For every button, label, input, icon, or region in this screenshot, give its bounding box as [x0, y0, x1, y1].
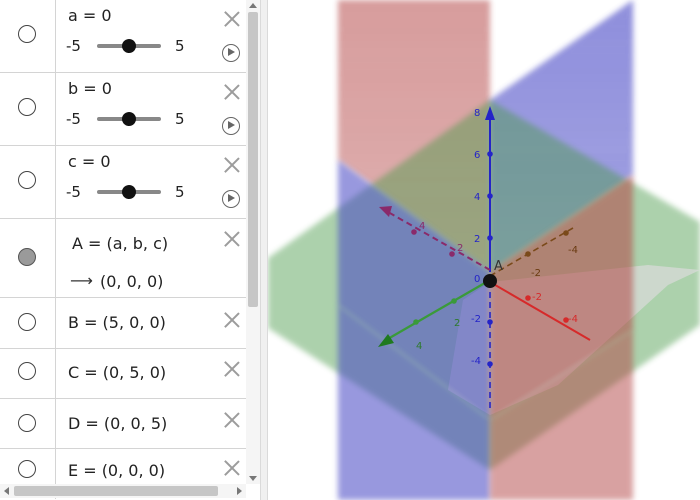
y-tick-label: -2 [531, 268, 541, 279]
marble-cell [0, 219, 56, 297]
visibility-toggle-a[interactable] [18, 25, 36, 43]
point-definition-E[interactable]: E = (0, 0, 0) [68, 461, 165, 480]
scroll-up-icon[interactable] [249, 3, 257, 8]
y-tick-label: 4 [416, 341, 422, 352]
point-row-D[interactable]: D = (0, 0, 5) [0, 399, 246, 449]
x-tick-mark [449, 251, 455, 257]
play-icon[interactable] [222, 190, 240, 208]
vertical-scroll-thumb[interactable] [248, 12, 258, 307]
slider-knob-b[interactable] [122, 112, 136, 126]
slider-min-a: -5 [66, 37, 81, 55]
point-row-a[interactable]: A = (a, b, c) ⟶ (0, 0, 0) [0, 219, 246, 298]
point-definition-D[interactable]: D = (0, 0, 5) [68, 414, 167, 433]
scroll-left-icon[interactable] [4, 487, 9, 495]
point-value-A: (0, 0, 0) [100, 272, 164, 291]
x-tick-mark [411, 229, 417, 235]
visibility-toggle-b[interactable] [18, 98, 36, 116]
slider-row-a[interactable]: a = 0 -5 5 [0, 0, 246, 73]
marble-cell [0, 298, 56, 348]
arrow-right-icon: ⟶ [70, 271, 93, 290]
visibility-toggle-C[interactable] [18, 362, 36, 380]
scroll-right-icon[interactable] [237, 487, 242, 495]
marble-cell [0, 0, 56, 72]
point-row-B[interactable]: B = (5, 0, 0) [0, 298, 246, 349]
vertical-scrollbar[interactable] [246, 0, 260, 484]
slider-max-c: 5 [175, 183, 185, 201]
horizontal-scrollbar[interactable] [0, 484, 246, 498]
marble-cell [0, 146, 56, 218]
z-tick-mark [487, 235, 493, 241]
z-tick-mark [487, 319, 493, 325]
close-icon[interactable] [224, 11, 240, 27]
algebra-view: a = 0 -5 5 b = 0 -5 5 c = 0 -5 5 A = (a,… [0, 0, 260, 500]
slider-knob-c[interactable] [122, 185, 136, 199]
marble-cell [0, 349, 56, 398]
z-tick-label: 4 [474, 192, 480, 203]
close-icon[interactable] [224, 231, 240, 247]
point-definition-A[interactable]: A = (a, b, c) [72, 234, 168, 253]
close-icon[interactable] [224, 84, 240, 100]
z-tick-label: -2 [471, 314, 481, 325]
slider-definition-a[interactable]: a = 0 [68, 6, 112, 25]
visibility-toggle-B[interactable] [18, 313, 36, 331]
horizontal-scroll-thumb[interactable] [14, 486, 218, 496]
z-tick-label: 2 [474, 234, 480, 245]
point-A-label: A [494, 259, 503, 274]
slider-knob-a[interactable] [122, 39, 136, 53]
marble-cell [0, 399, 56, 448]
point-definition-B[interactable]: B = (5, 0, 0) [68, 313, 166, 332]
z-tick-label: 6 [474, 150, 480, 161]
close-icon[interactable] [224, 361, 240, 377]
close-icon[interactable] [224, 460, 240, 476]
slider-min-b: -5 [66, 110, 81, 128]
play-icon[interactable] [222, 44, 240, 62]
z-tick-mark [487, 151, 493, 157]
y-tick-mark [563, 230, 569, 236]
x-tick-label: 2 [457, 243, 463, 254]
x-tick-label: -2 [532, 292, 542, 303]
y-tick-mark [451, 298, 457, 304]
scroll-down-icon[interactable] [249, 476, 257, 481]
point-definition-C[interactable]: C = (0, 5, 0) [68, 363, 166, 382]
visibility-toggle-c[interactable] [18, 171, 36, 189]
slider-min-c: -5 [66, 183, 81, 201]
close-icon[interactable] [224, 312, 240, 328]
3d-canvas[interactable]: 8 6 4 2 0 -2 -4 4 2 -2 -4 4 2 -2 -4 A [268, 0, 700, 500]
play-icon[interactable] [222, 117, 240, 135]
slider-definition-c[interactable]: c = 0 [68, 152, 111, 171]
x-tick-mark [525, 295, 531, 301]
z-tick-label: -4 [471, 356, 481, 367]
slider-definition-b[interactable]: b = 0 [68, 79, 112, 98]
graphics-3d-view[interactable]: 8 6 4 2 0 -2 -4 4 2 -2 -4 4 2 -2 -4 A [268, 0, 700, 500]
slider-max-a: 5 [175, 37, 185, 55]
slider-row-b[interactable]: b = 0 -5 5 [0, 73, 246, 146]
y-tick-mark [413, 319, 419, 325]
view-divider[interactable] [260, 0, 268, 500]
marble-cell [0, 73, 56, 145]
z-tick-label: 8 [474, 108, 480, 119]
visibility-toggle-D[interactable] [18, 414, 36, 432]
x-tick-label: 4 [419, 221, 425, 232]
close-icon[interactable] [224, 157, 240, 173]
x-tick-label: -4 [568, 314, 578, 325]
y-tick-label: 2 [454, 318, 460, 329]
visibility-toggle-E[interactable] [18, 460, 36, 478]
y-tick-label: -4 [568, 245, 578, 256]
point-row-C[interactable]: C = (0, 5, 0) [0, 349, 246, 399]
y-tick-mark [525, 251, 531, 257]
close-icon[interactable] [224, 412, 240, 428]
algebra-rows: a = 0 -5 5 b = 0 -5 5 c = 0 -5 5 A = (a,… [0, 0, 246, 499]
point-A[interactable] [483, 274, 497, 288]
z-tick-label: 0 [474, 274, 480, 285]
z-tick-mark [487, 193, 493, 199]
z-tick-mark [487, 361, 493, 367]
slider-row-c[interactable]: c = 0 -5 5 [0, 146, 246, 219]
visibility-toggle-A[interactable] [18, 248, 36, 266]
slider-max-b: 5 [175, 110, 185, 128]
